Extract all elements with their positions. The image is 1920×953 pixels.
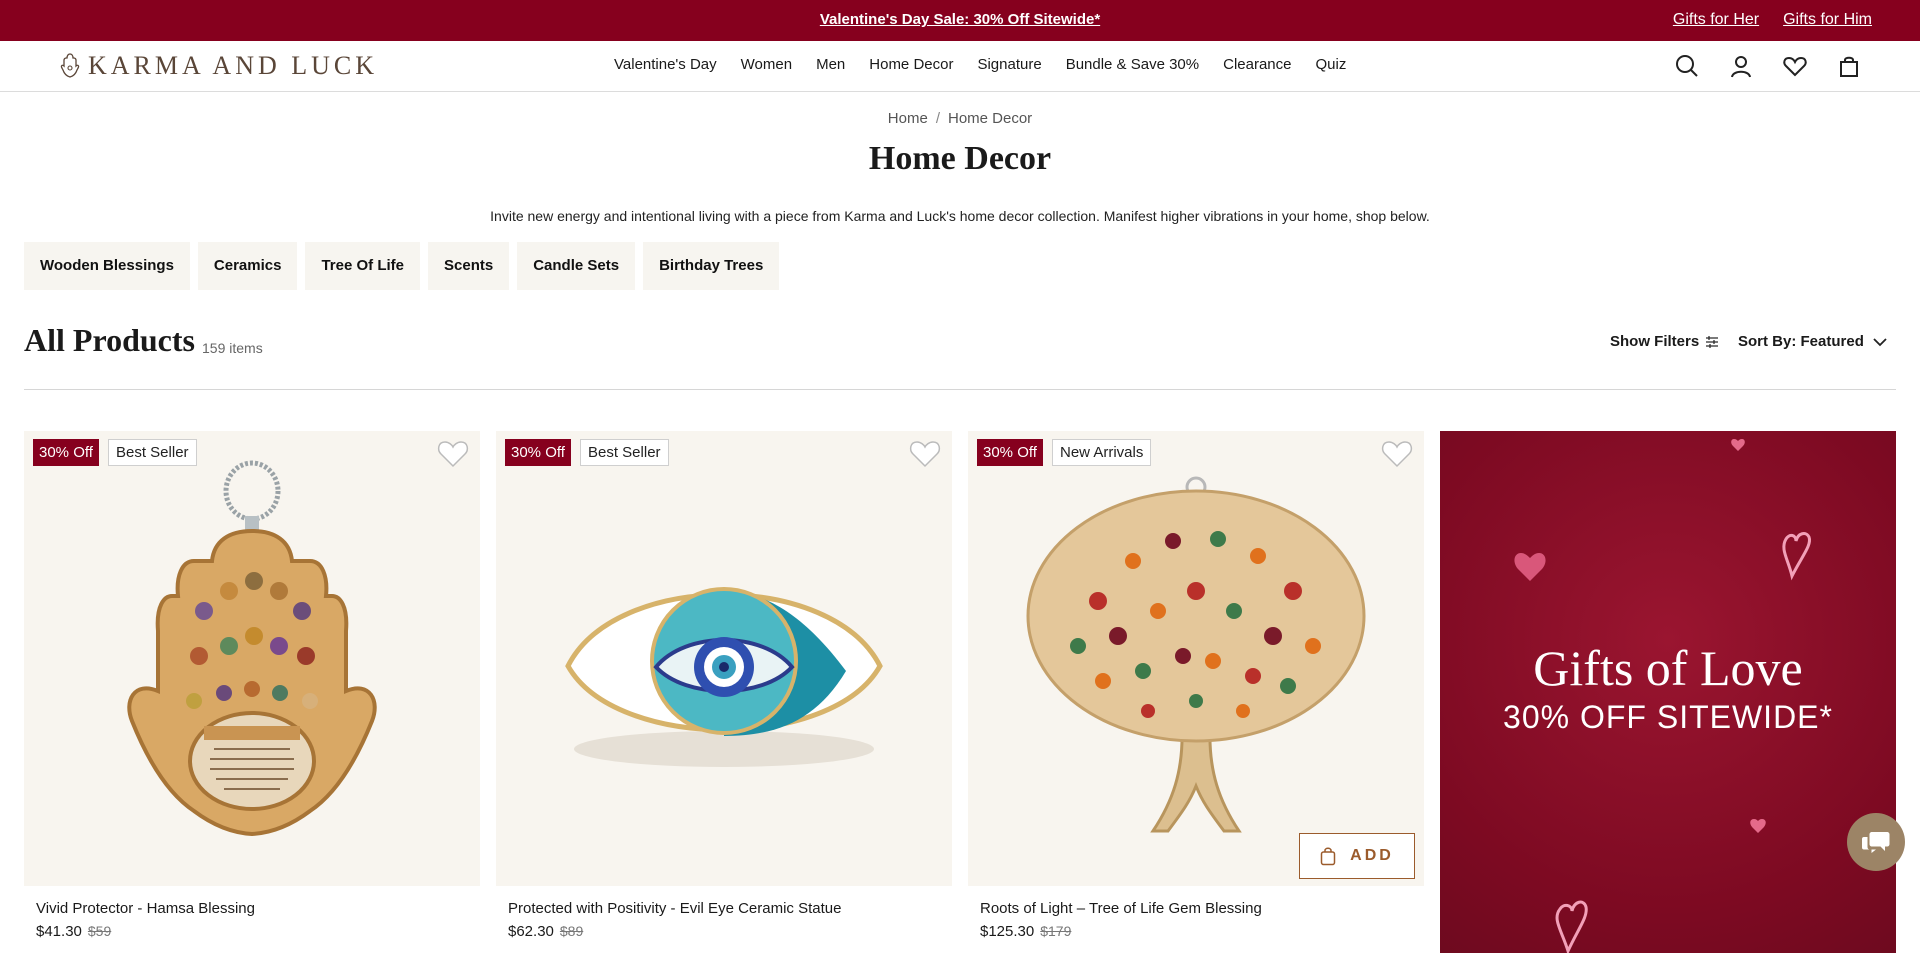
promo-tile-title: Gifts of Love <box>1533 640 1803 696</box>
chevron-down-icon <box>1873 337 1887 346</box>
product-price: $125.30 <box>980 923 1035 940</box>
gifts-of-love-promo-tile[interactable]: Gifts of Love 30% OFF SITEWIDE* <box>1440 431 1896 953</box>
breadcrumb-current: Home Decor <box>947 110 1033 127</box>
main-nav: Valentine's Day Women Men Home Decor Sig… <box>614 56 1346 73</box>
product-price-row: $41.30 $59 <box>36 923 480 940</box>
chip-scents[interactable]: Scents <box>428 242 510 290</box>
product-image[interactable]: 30% Off Best Seller <box>24 431 480 886</box>
bag-icon <box>1320 847 1336 866</box>
header-icons <box>1674 53 1862 79</box>
chip-wooden-blessings[interactable]: Wooden Blessings <box>24 242 190 290</box>
promo-tile-subtitle: 30% OFF SITEWIDE* <box>1503 699 1833 735</box>
promo-headline-wrap[interactable]: Valentine's Day Sale: 30% Off Sitewide* <box>0 11 1920 28</box>
hamsa-logo-icon <box>60 53 80 78</box>
sort-dropdown[interactable]: Sort By: Featured <box>1738 333 1888 350</box>
products-title: All Products <box>24 322 195 358</box>
gifts-for-her-link[interactable]: Gifts for Her <box>1673 11 1759 29</box>
nav-women[interactable]: Women <box>741 56 792 73</box>
breadcrumb-separator: / <box>935 110 940 127</box>
product-card[interactable]: 30% Off Best Seller Protected with Posit… <box>496 431 952 940</box>
add-to-cart-button[interactable]: ADD <box>1299 833 1415 879</box>
product-name[interactable]: Vivid Protector - Hamsa Blessing <box>36 900 480 917</box>
chat-bubbles-icon <box>1862 832 1890 853</box>
filter-sliders-icon <box>1706 335 1719 348</box>
nav-bundle-save[interactable]: Bundle & Save 30% <box>1066 56 1199 73</box>
chip-birthday-trees[interactable]: Birthday Trees <box>643 242 780 290</box>
chat-widget-button[interactable] <box>1847 813 1905 871</box>
hamsa-blessing-illustration <box>127 460 377 837</box>
tree-of-life-illustration <box>1026 476 1366 833</box>
search-icon[interactable] <box>1674 53 1700 79</box>
chip-candle-sets[interactable]: Candle Sets <box>517 242 636 290</box>
product-name[interactable]: Protected with Positivity - Evil Eye Cer… <box>508 900 952 917</box>
nav-valentines-day[interactable]: Valentine's Day <box>614 56 717 73</box>
product-old-price: $89 <box>559 923 584 939</box>
product-card[interactable]: 30% Off Best Seller Vivid Protector - Ha… <box>24 431 480 940</box>
brand-logo[interactable]: KARMA AND LUCK <box>60 51 378 81</box>
product-card[interactable]: 30% Off New Arrivals ADD Roots of Light … <box>968 431 1424 940</box>
product-name[interactable]: Roots of Light – Tree of Life Gem Blessi… <box>980 900 1424 917</box>
chip-ceramics[interactable]: Ceramics <box>197 242 298 290</box>
page-description: Invite new energy and intentional living… <box>490 208 1430 224</box>
product-old-price: $59 <box>87 923 112 939</box>
product-image[interactable]: 30% Off Best Seller <box>496 431 952 886</box>
site-header: KARMA AND LUCK Valentine's Day Women Men… <box>0 41 1920 92</box>
product-price-row: $125.30 $179 <box>980 923 1424 940</box>
show-filters-label: Show Filters <box>1610 333 1700 350</box>
cart-bag-icon[interactable] <box>1836 53 1862 79</box>
gifts-for-him-link[interactable]: Gifts for Him <box>1783 11 1872 29</box>
show-filters-button[interactable]: Show Filters <box>1610 333 1719 350</box>
product-image[interactable]: 30% Off New Arrivals ADD <box>968 431 1424 886</box>
breadcrumb-home[interactable]: Home <box>888 110 928 127</box>
nav-clearance[interactable]: Clearance <box>1223 56 1291 73</box>
account-icon[interactable] <box>1728 53 1754 79</box>
logo-wordmark: KARMA AND LUCK <box>88 51 379 80</box>
chip-tree-of-life[interactable]: Tree Of Life <box>305 242 420 290</box>
page-title: Home Decor <box>868 140 1052 177</box>
category-chips: Wooden Blessings Ceramics Tree Of Life S… <box>24 242 780 290</box>
evil-eye-statue-illustration <box>565 587 883 767</box>
product-price: $62.30 <box>508 923 554 940</box>
promo-links: Gifts for Her Gifts for Him <box>1673 11 1872 29</box>
product-price-row: $62.30 $89 <box>508 923 952 940</box>
breadcrumb: Home / Home Decor <box>0 110 1920 127</box>
product-price: $41.30 <box>36 923 82 940</box>
products-count: 159 items <box>202 340 263 356</box>
promo-bar: Valentine's Day Sale: 30% Off Sitewide* … <box>0 0 1920 41</box>
nav-home-decor[interactable]: Home Decor <box>869 56 953 73</box>
add-to-cart-label: ADD <box>1350 847 1394 864</box>
nav-men[interactable]: Men <box>816 56 845 73</box>
sort-label: Sort By: Featured <box>1738 333 1864 350</box>
nav-signature[interactable]: Signature <box>977 56 1041 73</box>
nav-quiz[interactable]: Quiz <box>1316 56 1347 73</box>
products-divider <box>24 389 1896 390</box>
wishlist-heart-icon[interactable] <box>1782 53 1808 79</box>
product-old-price: $179 <box>1040 923 1072 939</box>
promo-headline-link[interactable]: Valentine's Day Sale: 30% Off Sitewide* <box>820 11 1100 28</box>
